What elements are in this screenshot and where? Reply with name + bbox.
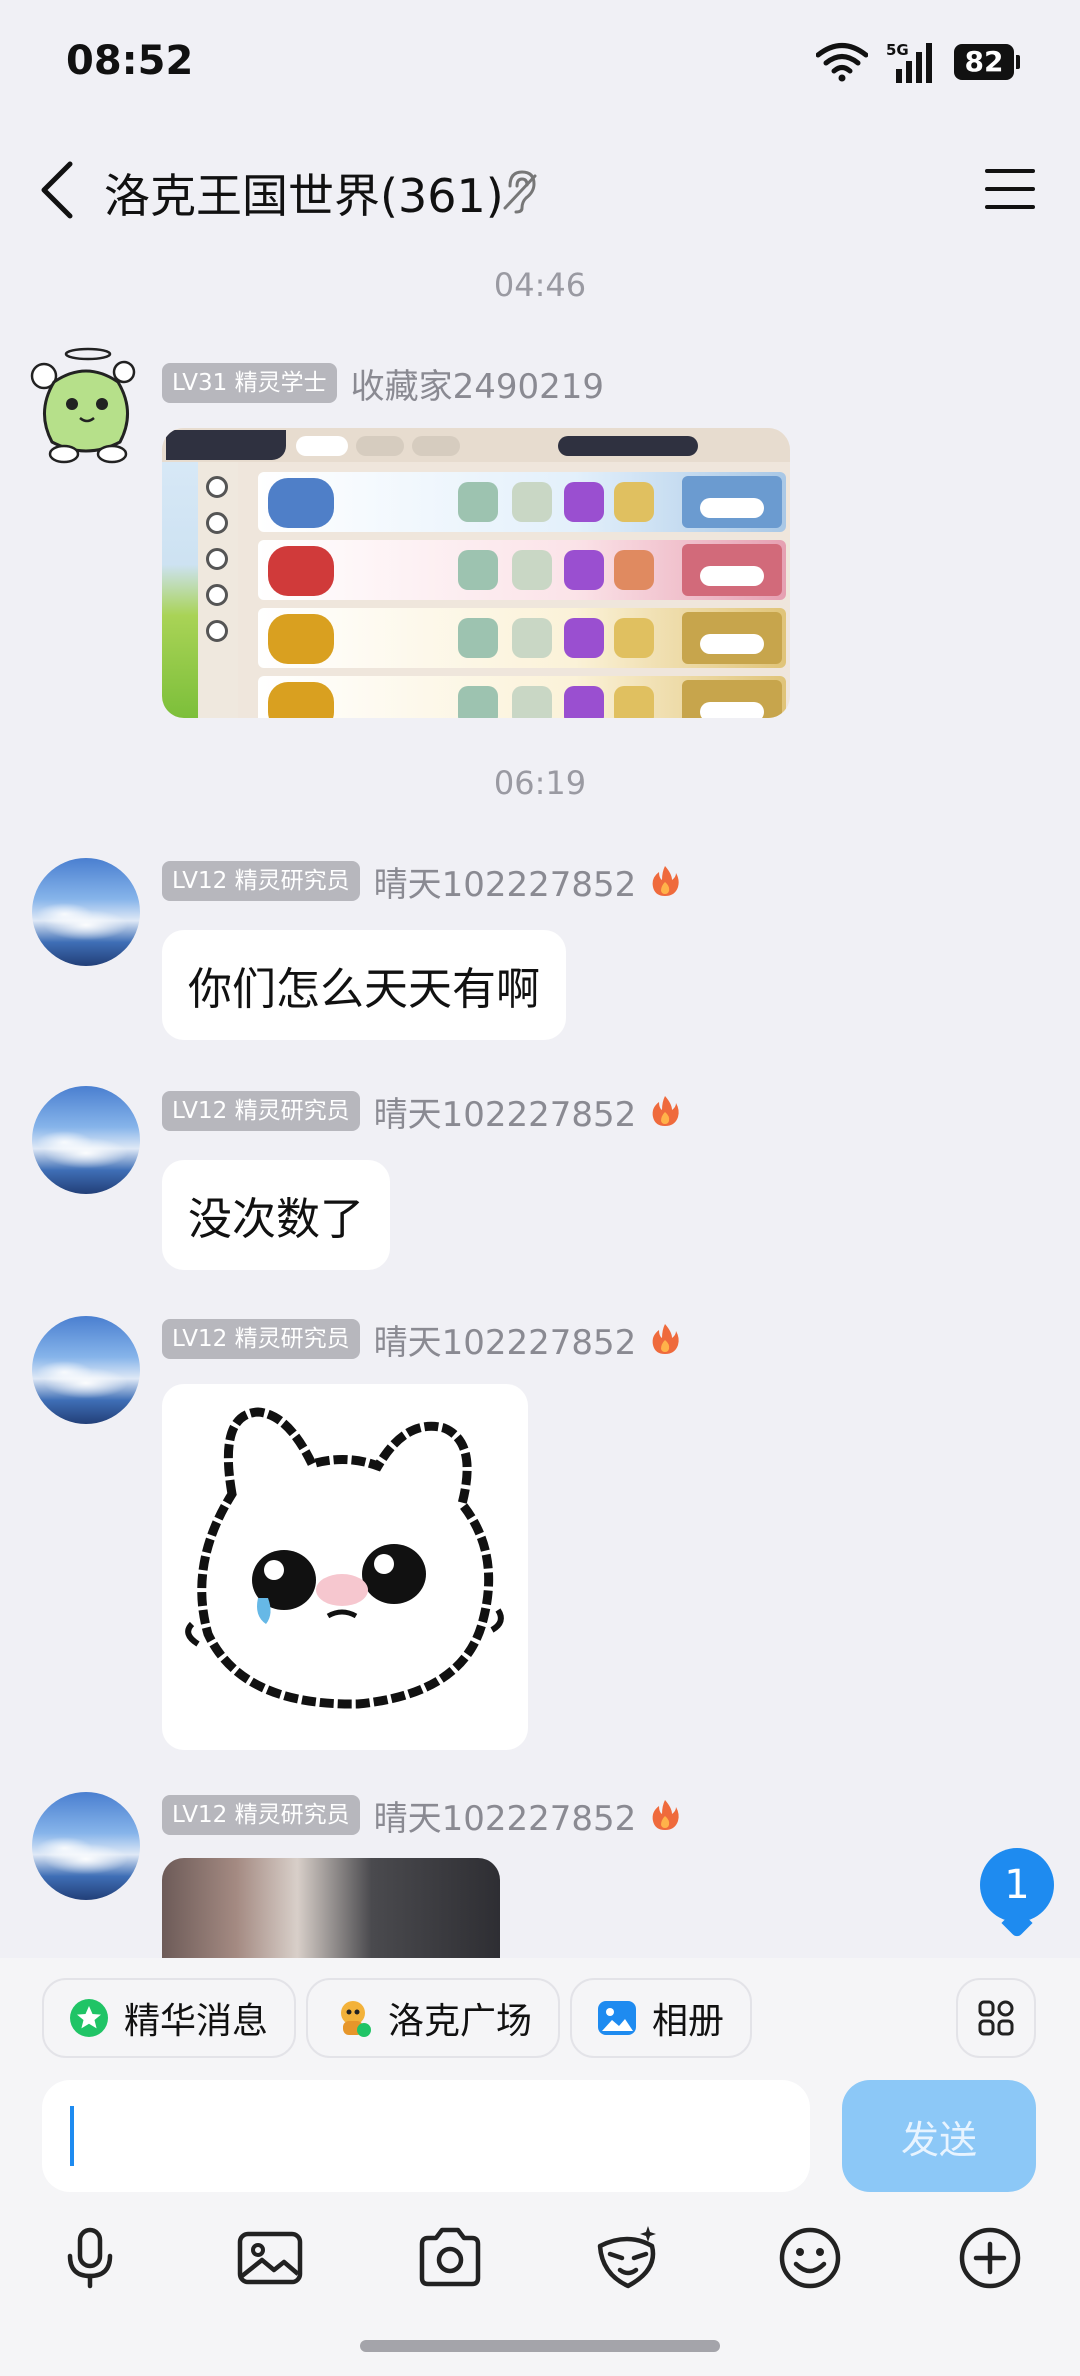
sender-name[interactable]: 晴天102227852 (374, 857, 637, 906)
status-time: 08:52 (66, 38, 194, 84)
avatar[interactable] (32, 1086, 140, 1194)
sender-name[interactable]: 收藏家2490219 (351, 359, 604, 408)
input-panel: 精华消息 洛克广场 相册 发送 (0, 1958, 1080, 2376)
message-meta: LV12 精灵研究员 晴天102227852 (162, 1087, 680, 1136)
flame-icon (652, 1096, 679, 1126)
level-badge: LV31 精灵学士 (162, 363, 337, 403)
flame-icon (652, 1800, 679, 1830)
status-icons: 5G 82 (816, 40, 1020, 84)
grid-icon (978, 2000, 1014, 2036)
cellular-signal-icon: 5G (886, 41, 932, 83)
sender-name[interactable]: 晴天102227852 (374, 1791, 637, 1840)
message-image[interactable] (162, 1858, 500, 1958)
mascot-icon (341, 2001, 371, 2037)
flame-icon (652, 1324, 679, 1354)
emoji-icon[interactable] (776, 2224, 844, 2292)
sender-name[interactable]: 晴天102227852 (374, 1087, 637, 1136)
message-meta: LV12 精灵研究员 晴天102227852 (162, 857, 680, 906)
message-bubble[interactable]: 没次数了 (162, 1160, 390, 1270)
back-button[interactable] (34, 158, 84, 222)
star-icon (70, 1999, 108, 2037)
level-badge: LV12 精灵研究员 (162, 1319, 360, 1359)
image-icon[interactable] (236, 2224, 304, 2292)
avatar[interactable] (24, 342, 148, 472)
chip-featured-messages[interactable]: 精华消息 (42, 1978, 297, 2058)
timestamp: 06:19 (493, 764, 587, 802)
message-meta: LV31 精灵学士 收藏家2490219 (162, 359, 604, 408)
status-bar: 08:52 5G 82 (0, 0, 1080, 120)
avatar[interactable] (32, 1792, 140, 1900)
message-meta: LV12 精灵研究员 晴天102227852 (162, 1791, 680, 1840)
unread-count-badge[interactable]: 1 (980, 1848, 1054, 1922)
battery-indicator: 82 (954, 44, 1020, 80)
avatar[interactable] (32, 858, 140, 966)
level-badge: LV12 精灵研究员 (162, 1795, 360, 1835)
timestamp: 04:46 (493, 266, 587, 304)
chip-album[interactable]: 相册 (570, 1978, 753, 2058)
wifi-icon (816, 43, 868, 82)
text-caret (70, 2106, 74, 2166)
network-type: 5G (886, 41, 909, 59)
level-badge: LV12 精灵研究员 (162, 861, 360, 901)
flame-icon (652, 866, 679, 896)
message-sticker[interactable] (162, 1384, 528, 1750)
group-title[interactable]: 洛克王国世界(361) (104, 160, 504, 226)
cat-sticker-icon (185, 1407, 504, 1709)
level-badge: LV12 精灵研究员 (162, 1091, 360, 1131)
mic-icon[interactable] (56, 2224, 124, 2292)
chip-roco-plaza[interactable]: 洛克广场 (306, 1978, 561, 2058)
sender-name[interactable]: 晴天102227852 (374, 1315, 637, 1364)
sprite-avatar-icon (30, 347, 136, 464)
plus-icon[interactable] (956, 2224, 1024, 2292)
apps-button[interactable] (956, 1978, 1036, 2058)
message-input[interactable] (42, 2080, 810, 2192)
ear-icon[interactable] (502, 168, 538, 214)
camera-icon[interactable] (416, 2224, 484, 2292)
message-meta: LV12 精灵研究员 晴天102227852 (162, 1315, 680, 1364)
chip-label: 精华消息 (124, 2001, 269, 2042)
effects-icon[interactable] (594, 2224, 662, 2292)
menu-button[interactable] (984, 166, 1036, 212)
title-bar: 洛克王国世界(361) (0, 130, 1080, 250)
home-indicator[interactable] (360, 2340, 720, 2352)
chip-label: 相册 (652, 2001, 725, 2042)
chip-label: 洛克广场 (388, 2001, 533, 2042)
send-button[interactable]: 发送 (842, 2080, 1036, 2192)
photo-icon (598, 2001, 636, 2035)
message-image[interactable] (162, 428, 790, 718)
avatar[interactable] (32, 1316, 140, 1424)
message-bubble[interactable]: 你们怎么天天有啊 (162, 930, 566, 1040)
